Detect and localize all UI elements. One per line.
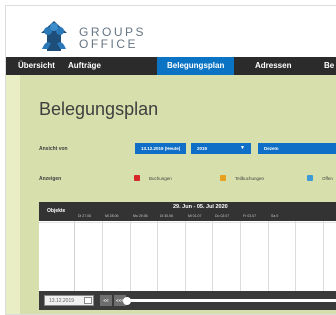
checkbox-buchungen[interactable] (134, 175, 140, 181)
groups-office-logo-icon[interactable] (39, 19, 69, 53)
grid-divider (185, 221, 186, 291)
calendar-icon[interactable] (84, 297, 92, 304)
nav-item-uebersicht[interactable]: Übersicht (18, 57, 55, 75)
day-header: Mi 01.07 (188, 214, 202, 218)
day-header: Sa 0 (271, 214, 279, 218)
grid-divider (295, 221, 296, 291)
anzeigen-label: Anzeigen (39, 176, 62, 182)
main-content: Belegungsplan Ansicht von 13.12.2019 (He… (20, 75, 336, 314)
checkbox-teilbuchungen[interactable] (220, 175, 226, 181)
logo-text-office: OFFICE (79, 37, 138, 51)
nav-item-belegungsplan[interactable]: Belegungsplan (157, 57, 235, 75)
nav-item-be[interactable]: Be (324, 57, 334, 75)
today-date-button[interactable]: 13.12.2019 (Heute) (135, 143, 186, 154)
date-input[interactable]: 13.12.2019 (44, 295, 94, 306)
year-select[interactable]: 2019 ▼ (191, 143, 251, 154)
year-select-value: 2019 (197, 146, 208, 151)
grid-divider (323, 221, 324, 291)
occupancy-table: Objekte 29. Jun - 05. Jul 2020 Di 27.06 … (39, 202, 336, 310)
page-title: Belegungsplan (39, 99, 159, 119)
day-header: Fr 03.07 (243, 214, 257, 218)
grid-divider (102, 221, 103, 291)
date-input-value: 13.12.2019 (49, 298, 75, 304)
checkbox-offen-label: Offen (322, 176, 333, 181)
month-select[interactable]: Dezem (258, 143, 336, 154)
day-header: Mo 29.06 (133, 214, 148, 218)
grid-divider (130, 221, 131, 291)
nav-item-adressen[interactable]: Adressen (255, 57, 291, 75)
grid-divider (212, 221, 213, 291)
objects-column (39, 221, 75, 291)
checkbox-teilbuchungen-label: Teilbuchungen (235, 176, 265, 181)
timeline-slider[interactable] (128, 299, 336, 302)
grid-divider (240, 221, 241, 291)
main-navigation: Übersicht Aufträge Belegungsplan Adresse… (6, 57, 336, 75)
date-range-label: 29. Jun - 05. Jul 2020 (173, 204, 228, 210)
checkbox-offen[interactable] (307, 175, 313, 181)
checkbox-buchungen-label: Buchungen (149, 176, 172, 181)
row-divider (39, 222, 336, 223)
objects-column-header: Objekte (47, 208, 66, 214)
chevron-down-icon: ▼ (240, 145, 245, 151)
day-header: Di 30.06 (160, 214, 174, 218)
nav-item-auftraege[interactable]: Aufträge (68, 57, 101, 75)
day-header: Di 27.06 (78, 214, 92, 218)
grid-divider (157, 221, 158, 291)
app-window: GROUPS OFFICE Übersicht Aufträge Belegun… (5, 5, 336, 315)
prev-week-button[interactable]: << (100, 295, 112, 306)
day-header: Mi 28.06 (105, 214, 119, 218)
day-header: Do 02.07 (215, 214, 230, 218)
grid-divider (268, 221, 269, 291)
ansicht-label: Ansicht von (39, 146, 68, 152)
table-header: Objekte 29. Jun - 05. Jul 2020 Di 27.06 … (39, 202, 336, 221)
app-header: GROUPS OFFICE (6, 6, 336, 57)
table-footer: 13.12.2019 << <<< (39, 291, 336, 310)
